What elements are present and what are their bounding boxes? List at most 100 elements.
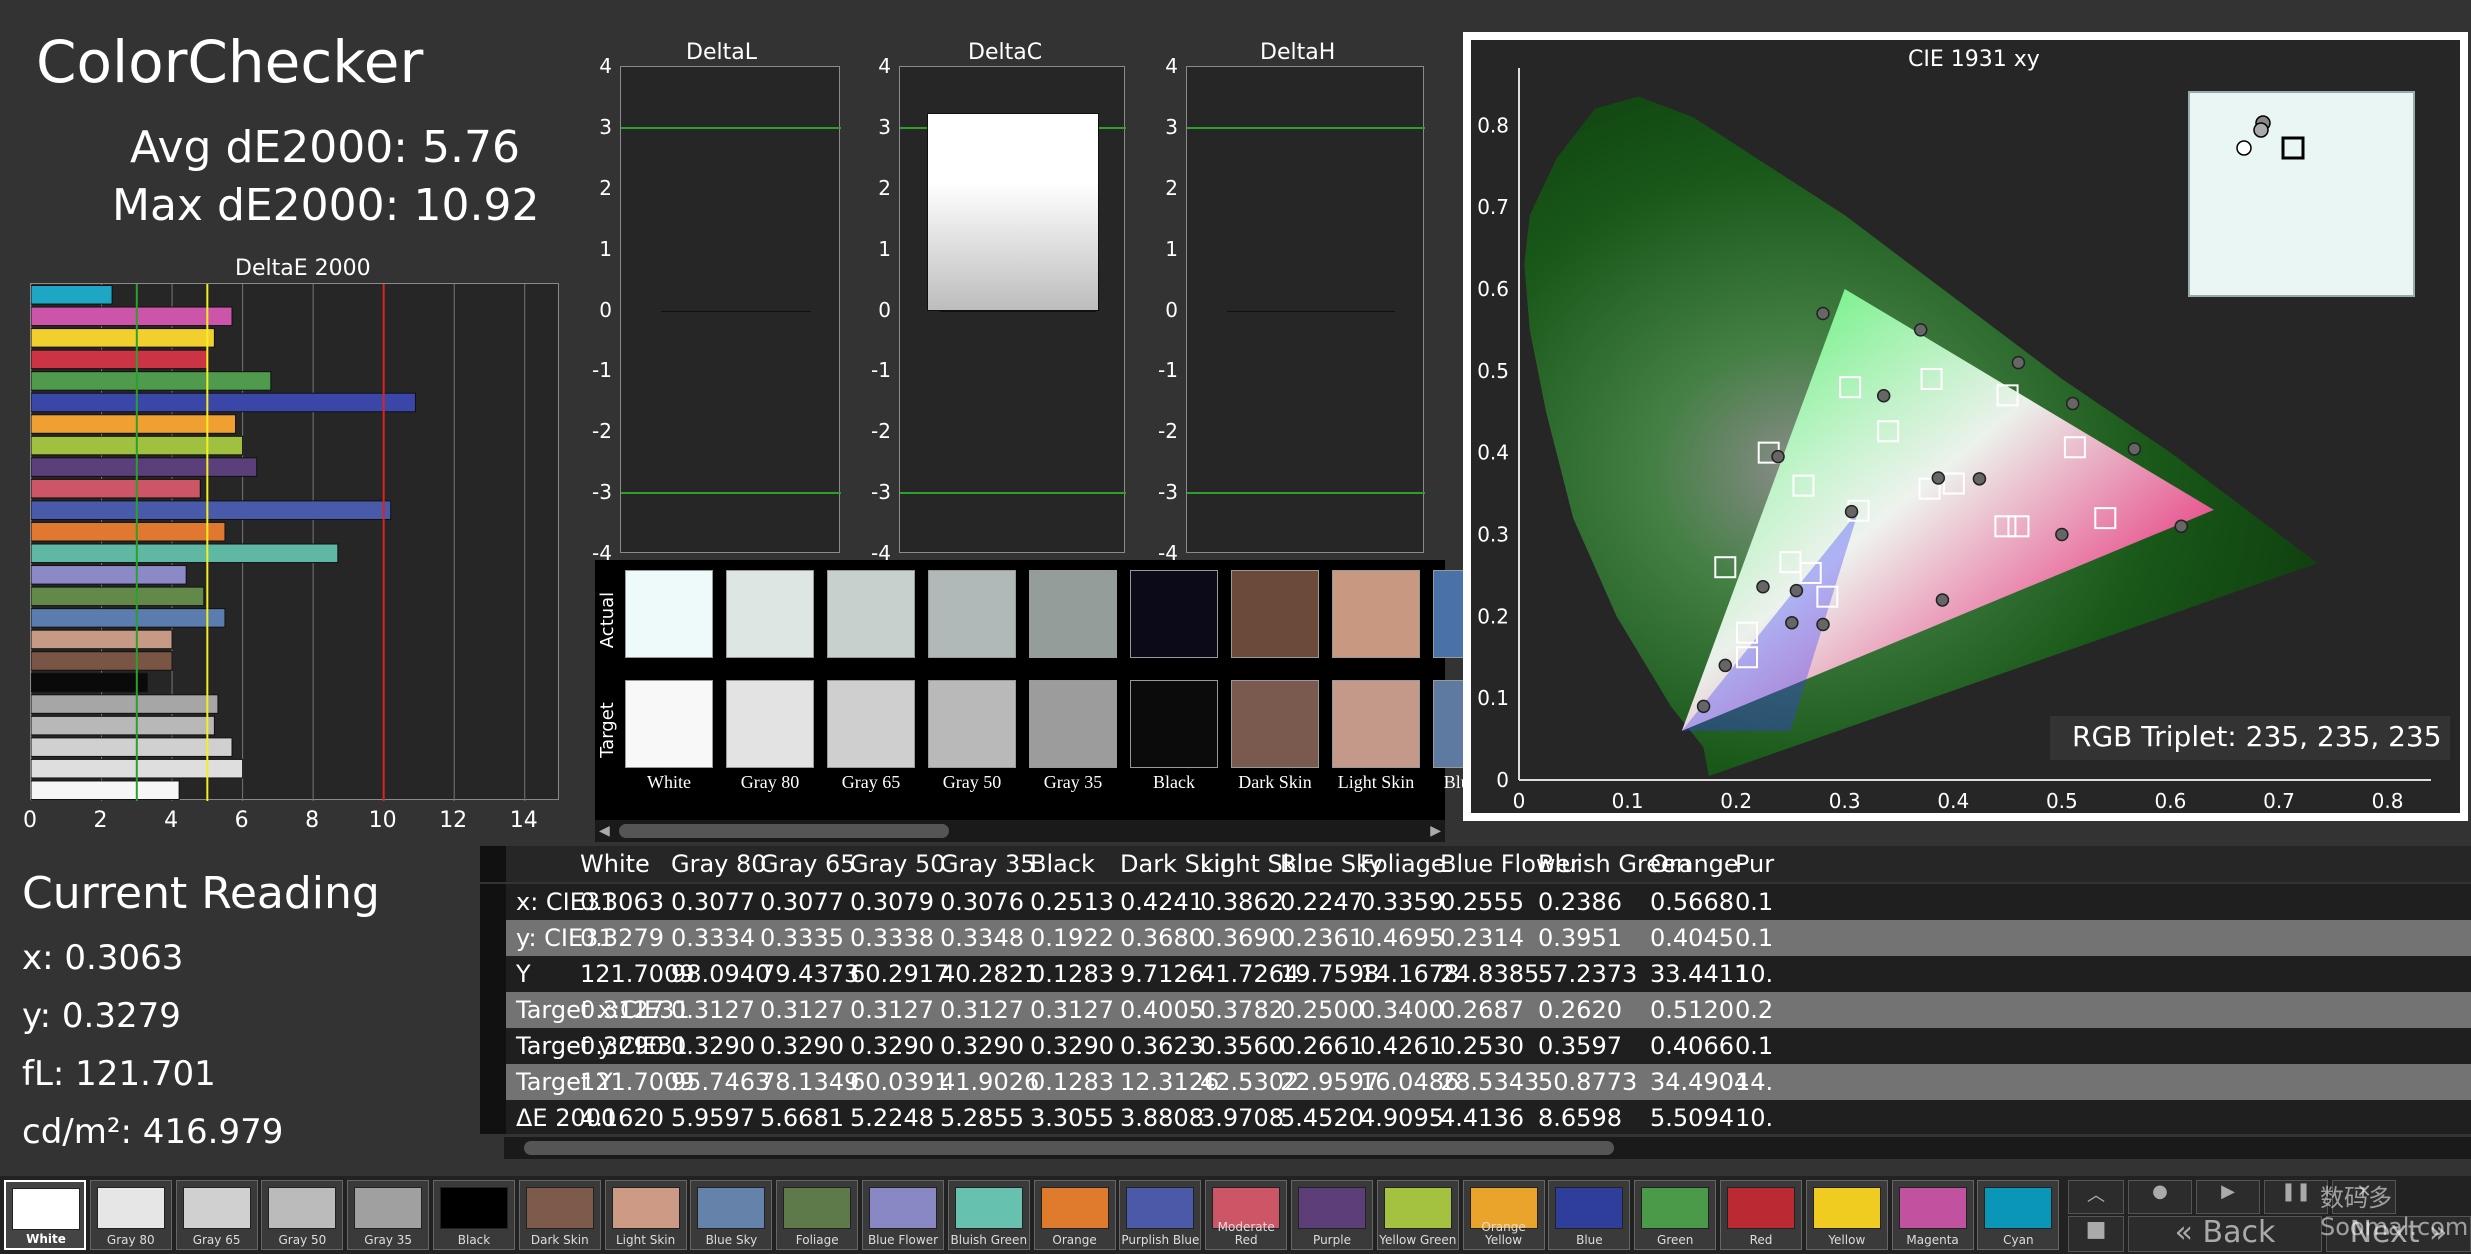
- play-icon[interactable]: ▶: [2196, 1180, 2260, 1214]
- table-cell: 5.5094: [1650, 1104, 1734, 1132]
- back-button[interactable]: « Back: [2128, 1216, 2322, 1252]
- table-cell: 98.0940: [671, 960, 771, 988]
- patch-chip[interactable]: Gray 35: [347, 1180, 430, 1250]
- cie-ytick-label: 0.6: [1477, 277, 1509, 301]
- delta-ytick-label: 3: [1165, 114, 1178, 139]
- patch-chip-swatch: [869, 1187, 937, 1229]
- patch-chip-label: Gray 65: [192, 1233, 241, 1247]
- patch-chip-label: Light Skin: [615, 1233, 676, 1247]
- table-cell: 0.1283: [1030, 960, 1114, 988]
- delta-h-title: DeltaH: [1260, 40, 1336, 65]
- table-cell: 10.: [1735, 960, 1774, 988]
- patch-chip[interactable]: Orange Yellow: [1462, 1180, 1545, 1250]
- table-cell: 0.2: [1735, 996, 1774, 1024]
- patch-chip[interactable]: Gray 80: [89, 1180, 172, 1250]
- patch-chip[interactable]: White: [4, 1180, 86, 1250]
- cie-chart-frame: 0 0.1 0.2 0.3 0.4 0.5 0.6 0.7 0.8 0.8 0.7 0.6 0.5 0.4…: [1463, 32, 2468, 821]
- patch-chip[interactable]: Green: [1634, 1180, 1717, 1250]
- patch-chip[interactable]: Bluish Green: [947, 1180, 1030, 1250]
- delta-limit-line: [1187, 492, 1425, 495]
- cie-xtick-label: 0.2: [1720, 789, 1752, 813]
- patch-chip-label: Magenta: [1906, 1233, 1959, 1247]
- table-cell: 0.5668: [1650, 888, 1734, 916]
- deltae-bar: [30, 285, 113, 305]
- cie-ytick-label: 0.4: [1477, 441, 1509, 465]
- pause-icon[interactable]: ❚❚: [2264, 1180, 2328, 1214]
- patch-chip[interactable]: Blue: [1548, 1180, 1631, 1250]
- patch-chip-label: Orange Yellow: [1481, 1220, 1526, 1247]
- table-cell: 0.4261: [1360, 1032, 1444, 1060]
- patch-chip-label: Bluish Green: [950, 1233, 1028, 1247]
- patch-chip-swatch: [1298, 1187, 1366, 1229]
- delta-limit-line: [621, 492, 841, 495]
- patch-chip[interactable]: Yellow Green: [1376, 1180, 1459, 1250]
- patch-chip[interactable]: Blue Flower: [862, 1180, 944, 1250]
- table-cell: 0.3127: [1030, 996, 1114, 1024]
- page-title: ColorChecker: [36, 28, 424, 96]
- patch-chip-label: Gray 50: [278, 1233, 327, 1247]
- table-cell: 0.3290: [671, 1032, 755, 1060]
- patch-chip[interactable]: Light Skin: [604, 1180, 687, 1250]
- swatch-scroll-thumb[interactable]: [619, 824, 949, 838]
- patch-chip-swatch: [268, 1187, 337, 1229]
- table-row-label: Y: [516, 960, 531, 988]
- swatch-label: Gray 65: [841, 772, 901, 792]
- patch-chip[interactable]: Black: [433, 1180, 515, 1250]
- patch-chip[interactable]: Red: [1720, 1180, 1802, 1250]
- cie-ytick-label: 0.1: [1477, 686, 1509, 710]
- deltae-bar: [30, 328, 215, 348]
- table-scrollbar[interactable]: [504, 1137, 2471, 1159]
- table-cell: 0.3079: [850, 888, 934, 916]
- table-cell: 3.3055: [1030, 1104, 1114, 1132]
- table-cell: 4.4136: [1440, 1104, 1524, 1132]
- patch-chip-label: Black: [457, 1233, 491, 1247]
- delta-ytick-label: -3: [871, 480, 891, 505]
- patch-chip[interactable]: Gray 65: [175, 1180, 258, 1250]
- cie-ytick-label: 0.3: [1477, 522, 1509, 546]
- table-cell: 50.8773: [1538, 1068, 1638, 1096]
- cie-actual-point: [1771, 449, 1785, 464]
- table-cell: 0.1: [1735, 1032, 1774, 1060]
- table-cell: 0.3127: [850, 996, 934, 1024]
- patch-chip[interactable]: Purplish Blue: [1119, 1180, 1202, 1250]
- record-icon[interactable]: ●: [2128, 1180, 2192, 1214]
- patch-chip[interactable]: Gray 50: [261, 1180, 344, 1250]
- table-cell: 0.2530: [1440, 1032, 1524, 1060]
- table-cell: 0.2661: [1280, 1032, 1364, 1060]
- target-swatch: [1029, 680, 1117, 768]
- delta-ytick-label: -1: [592, 358, 612, 383]
- table-cell: 0.3290: [760, 1032, 844, 1060]
- actual-row-label: Actual: [597, 591, 618, 649]
- deltae-xtick-label: 12: [439, 808, 468, 833]
- patch-chip[interactable]: Magenta: [1891, 1180, 1974, 1250]
- deltae-xtick-label: 0: [23, 808, 37, 833]
- patch-chip[interactable]: Blue Sky: [690, 1180, 773, 1250]
- row-header-gutter: [480, 992, 506, 1028]
- patch-chip[interactable]: Foliage: [776, 1180, 859, 1250]
- table-cell: 60.2917: [850, 960, 950, 988]
- patch-chip[interactable]: Cyan: [1977, 1180, 2060, 1250]
- delta-ytick-label: -2: [871, 419, 891, 444]
- patch-chip[interactable]: Purple: [1291, 1180, 1373, 1250]
- patch-chip[interactable]: Dark Skin: [518, 1180, 601, 1250]
- table-cell: 14.: [1735, 1068, 1774, 1096]
- patch-chip[interactable]: Moderate Red: [1205, 1180, 1288, 1250]
- collapse-icon[interactable]: ︿: [2068, 1180, 2124, 1214]
- measurement-table: White Gray 80 Gray 65 Gray 50 Gray 35 Black Da…: [480, 846, 2471, 1134]
- patch-chip[interactable]: Yellow: [1805, 1180, 1888, 1250]
- cie-actual-point: [2174, 519, 2189, 534]
- table-scroll-thumb[interactable]: [524, 1141, 1614, 1155]
- row-header-gutter: [480, 846, 506, 882]
- table-column-header: Pur: [1735, 850, 1775, 878]
- patch-chip[interactable]: Orange: [1033, 1180, 1116, 1250]
- scroll-left-icon[interactable]: ◀: [599, 823, 610, 839]
- stop-icon[interactable]: ■: [2068, 1216, 2124, 1252]
- scroll-right-icon[interactable]: ▶: [1430, 823, 1441, 839]
- swatch-scrollbar[interactable]: ◀ ▶: [595, 820, 1445, 842]
- table-column-header: Orange: [1650, 850, 1739, 878]
- patch-selector-bar: White Gray 80 Gray 65 Gray 50 Gray 35 Black Da…: [0, 1176, 2471, 1254]
- patch-chip-label: Yellow: [1828, 1233, 1866, 1247]
- deltae-chart: [30, 283, 559, 801]
- table-cell: 0.2687: [1440, 996, 1524, 1024]
- actual-swatch: [1130, 570, 1218, 658]
